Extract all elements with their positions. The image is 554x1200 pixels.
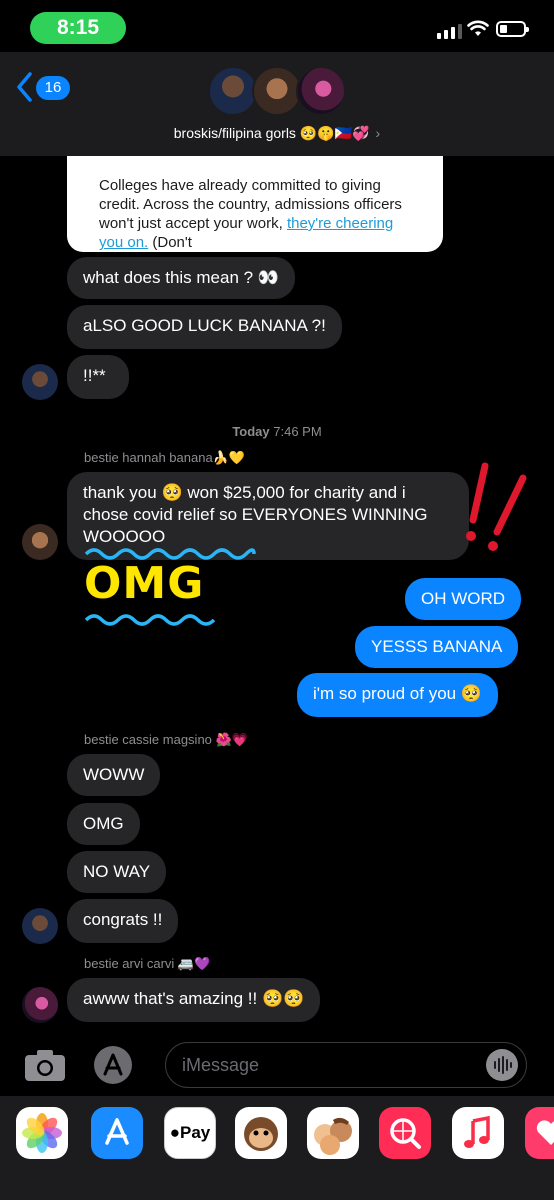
- squiggle-underline-icon: [84, 614, 216, 626]
- unread-count-badge[interactable]: 16: [36, 76, 70, 100]
- back-chevron-icon[interactable]: [14, 70, 34, 104]
- animoji-icon[interactable]: [235, 1107, 287, 1159]
- sent-message-bubble[interactable]: OH WORD: [405, 578, 522, 620]
- message-bubble[interactable]: awww that's amazing !! 🥺🥺: [67, 978, 321, 1022]
- music-icon[interactable]: [452, 1107, 504, 1159]
- group-avatar-2[interactable]: [252, 66, 302, 116]
- link-preview-card[interactable]: Colleges have already committed to givin…: [67, 156, 443, 252]
- sent-message-bubble[interactable]: YESSS BANANA: [355, 626, 519, 668]
- message-bubble[interactable]: WOWW: [67, 754, 161, 796]
- app-store-icon[interactable]: [91, 1107, 143, 1159]
- app-drawer: ●Pay: [0, 1096, 554, 1200]
- message-bubble[interactable]: NO WAY: [67, 851, 167, 893]
- status-time: 8:15: [30, 12, 126, 44]
- message-bubble[interactable]: OMG: [67, 803, 140, 845]
- avatar[interactable]: [22, 364, 58, 400]
- avatar[interactable]: [22, 524, 58, 560]
- apple-logo-icon: ●: [169, 1123, 181, 1142]
- avatar[interactable]: [22, 987, 58, 1023]
- conversation-header: 16 broskis/filipina gorls 🥺🤫🇵🇭💞 ›: [0, 52, 554, 156]
- chevron-right-icon: ›: [375, 125, 381, 141]
- message-bubble[interactable]: !!**: [67, 355, 129, 399]
- wifi-icon: [467, 20, 489, 36]
- app-store-icon[interactable]: [94, 1046, 132, 1084]
- article-text: Colleges have already committed to givin…: [99, 177, 402, 251]
- apple-pay-label: Pay: [180, 1123, 211, 1142]
- memoji-icon[interactable]: [307, 1107, 359, 1159]
- sender-name: bestie cassie magsino 🌺💗: [84, 732, 248, 747]
- avatar[interactable]: [22, 908, 58, 944]
- group-avatar-3[interactable]: [296, 66, 346, 116]
- web-search-icon[interactable]: [379, 1107, 431, 1159]
- omg-sticker: OMG: [84, 558, 205, 609]
- message-input[interactable]: iMessage: [165, 1042, 527, 1088]
- sent-message-bubble[interactable]: i'm so proud of you 🥺: [297, 673, 498, 717]
- signal-icon: [437, 24, 462, 39]
- group-name[interactable]: broskis/filipina gorls 🥺🤫🇵🇭💞 ›: [0, 125, 554, 142]
- exclamation-doodle-icon: [466, 462, 527, 551]
- heart-app-icon[interactable]: [525, 1107, 554, 1159]
- group-avatar-1[interactable]: [208, 66, 258, 116]
- message-bubble[interactable]: what does this mean ? 👀: [67, 257, 295, 299]
- apple-pay-icon[interactable]: ●Pay: [164, 1107, 216, 1159]
- message-bubble[interactable]: aLSO GOOD LUCK BANANA ?!: [67, 305, 342, 349]
- voice-icon[interactable]: [486, 1049, 518, 1081]
- camera-icon[interactable]: [24, 1048, 66, 1082]
- battery-icon: [496, 21, 529, 37]
- message-bubble[interactable]: congrats !!: [67, 899, 179, 943]
- sender-name: bestie hannah banana🍌💛: [84, 450, 246, 465]
- sender-name: bestie arvi carvi 🚐💜: [84, 956, 211, 971]
- photos-icon[interactable]: [16, 1107, 68, 1159]
- group-name-label: broskis/filipina gorls 🥺🤫🇵🇭💞: [173, 125, 370, 141]
- timestamp: Today 7:46 PM: [232, 424, 322, 439]
